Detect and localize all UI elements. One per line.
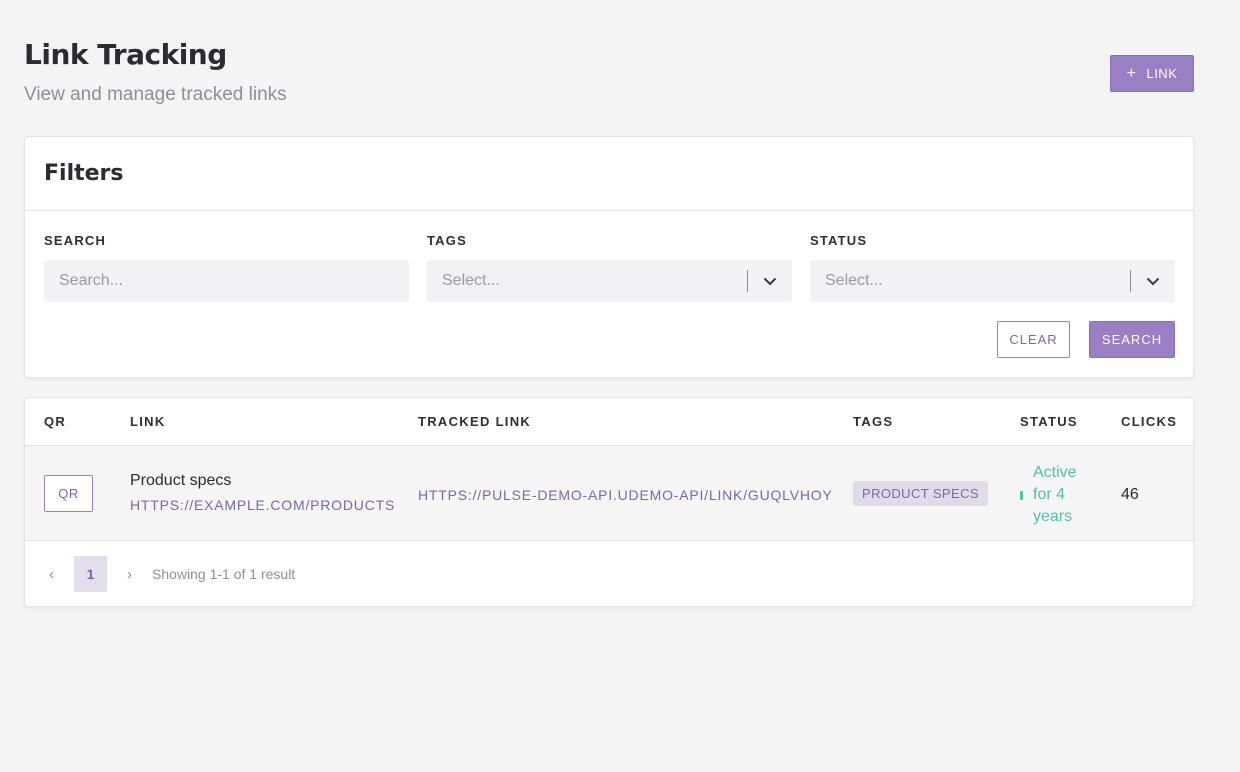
tracked-link-url[interactable]: HTTPS://PULSE-DEMO-API.UDEMO-API/LINK/GU… [418,487,833,503]
pagination-info: Showing 1-1 of 1 result [152,566,296,582]
status-text: Active for 4 years [1033,464,1077,525]
clicks-count: 46 [1121,486,1139,503]
tags-select[interactable]: Select... [427,260,792,302]
status-label: STATUS [810,233,868,248]
tag-badge: PRODUCT SPECS [853,481,988,506]
clear-button[interactable]: CLEAR [997,321,1070,358]
search-input[interactable]: Search... [44,260,409,302]
search-button[interactable]: SEARCH [1089,321,1175,358]
status-select[interactable]: Select... [810,260,1175,302]
chevron-right-icon[interactable]: › [122,566,137,583]
status-placeholder: Select... [825,272,883,289]
search-label: SEARCH [44,233,107,248]
tags-label: TAGS [427,233,467,248]
column-header-status: STATUS [1020,414,1078,429]
status-cell: Active for 4 years [1020,462,1093,528]
status-indicator [1020,490,1023,500]
page-title: Link Tracking [24,38,227,71]
column-header-tracked-link: TRACKED LINK [418,414,532,429]
column-header-tags: TAGS [853,414,894,429]
table-row: QR Product specs HTTPS://EXAMPLE.COM/PRO… [25,446,1193,541]
tags-placeholder: Select... [442,272,500,289]
column-header-qr: QR [44,414,67,429]
plus-icon: + [1126,64,1137,82]
link-name: Product specs [130,472,232,489]
pagination: ‹ 1 › Showing 1-1 of 1 result [44,556,295,592]
column-header-link: LINK [130,414,166,429]
page-number-button[interactable]: 1 [74,556,107,592]
chevron-down-icon[interactable] [1131,260,1175,302]
add-link-button[interactable]: + LINK [1110,55,1194,92]
chevron-down-icon[interactable] [748,260,792,302]
filters-card: Filters SEARCH TAGS STATUS Search... Sel… [24,136,1194,378]
filters-title: Filters [44,161,124,186]
links-table: QR LINK TRACKED LINK TAGS STATUS CLICKS … [24,397,1194,607]
page-subtitle: View and manage tracked links [24,84,287,105]
column-header-clicks: CLICKS [1121,414,1178,429]
search-placeholder: Search... [59,272,124,289]
add-link-label: LINK [1146,66,1178,81]
link-tracking-page: Link Tracking View and manage tracked li… [0,0,1240,772]
filters-header: Filters [25,137,1193,211]
qr-button[interactable]: QR [44,475,93,512]
link-url[interactable]: HTTPS://EXAMPLE.COM/PRODUCTS [130,497,395,513]
chevron-left-icon[interactable]: ‹ [44,566,59,583]
